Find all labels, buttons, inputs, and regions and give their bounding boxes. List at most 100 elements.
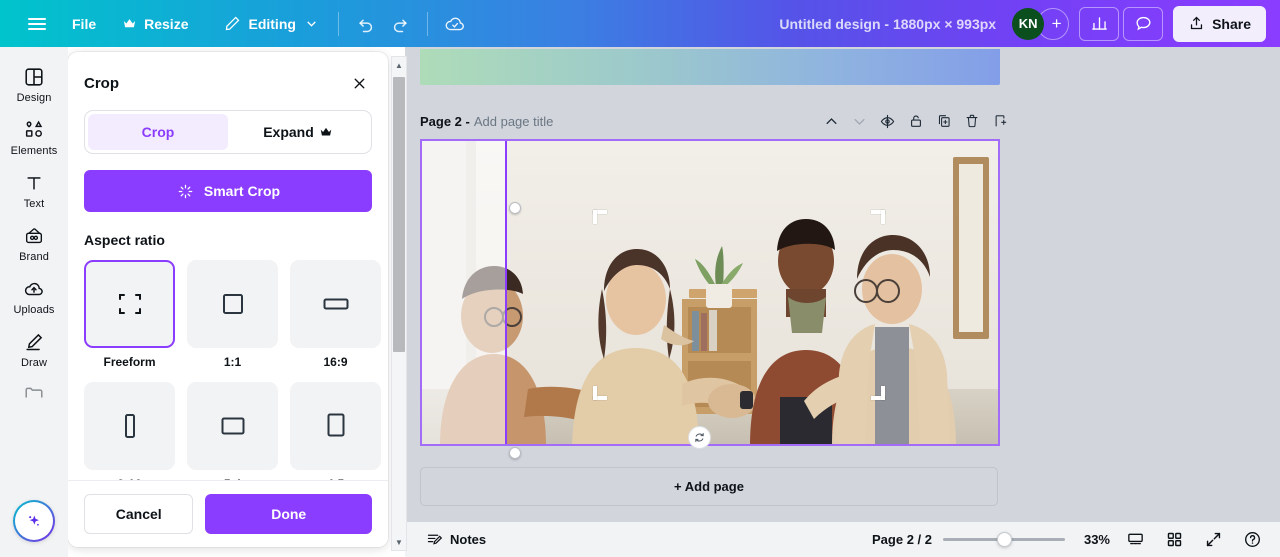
close-panel-button[interactable] — [346, 70, 372, 96]
crop-handle-bottom-left[interactable] — [593, 386, 607, 400]
page-1-thumbnail[interactable] — [420, 49, 1000, 85]
share-button[interactable]: Share — [1173, 5, 1266, 42]
smart-crop-button[interactable]: Smart Crop — [84, 170, 372, 212]
wide-rect-icon — [323, 298, 348, 310]
scroll-up-arrow-icon[interactable]: ▲ — [391, 57, 407, 73]
zoom-slider-knob[interactable] — [997, 532, 1012, 547]
insights-button[interactable] — [1079, 6, 1120, 41]
avatar[interactable]: KN — [1012, 7, 1045, 40]
sidebar-item-design[interactable]: Design — [2, 57, 66, 110]
add-page-icon — [995, 115, 1006, 127]
all-pages-button[interactable] — [1160, 526, 1188, 554]
undo-button[interactable] — [349, 7, 383, 41]
ratio-option-4-5[interactable]: 4:5 — [290, 382, 381, 480]
panel-scrollbar[interactable]: ▲ ▼ — [391, 56, 407, 551]
fullscreen-button[interactable] — [1199, 526, 1227, 554]
add-page-button[interactable]: + Add page — [420, 467, 998, 506]
ratio-option-16-9[interactable]: 16:9 — [290, 260, 381, 369]
aspect-ratio-grid: Freeform 1:1 16:9 — [84, 260, 381, 480]
duplicate-page-button[interactable] — [930, 108, 957, 135]
cancel-button[interactable]: Cancel — [84, 494, 194, 534]
sparkle-icon — [178, 184, 193, 198]
chevron-up-icon — [826, 117, 837, 124]
comments-button[interactable] — [1123, 6, 1164, 41]
ratio-label-1-1: 1:1 — [223, 355, 242, 369]
page-count-label[interactable]: Page 2 / 2 — [872, 532, 932, 547]
move-page-down-button[interactable] — [846, 108, 873, 135]
square-icon — [222, 294, 243, 314]
magic-sparkle-icon — [29, 515, 39, 526]
tab-crop[interactable]: Crop — [88, 114, 228, 150]
top-toolbar-right: Untitled design - 1880px × 993px KN + Sh… — [769, 5, 1280, 42]
sidebar-item-elements[interactable]: Elements — [2, 110, 66, 163]
sidebar-item-text[interactable]: Text — [2, 163, 66, 216]
file-menu-label: File — [72, 15, 97, 32]
sidebar-item-projects[interactable] — [2, 375, 66, 406]
toolbar-divider — [337, 11, 339, 36]
chevron-down-icon — [307, 21, 316, 27]
ratio-box-1-1 — [187, 260, 278, 348]
bottom-toolbar: Notes Page 2 / 2 33% — [405, 522, 1280, 557]
insert-page-button[interactable] — [986, 108, 1013, 135]
crop-handle-bottom-right[interactable] — [871, 386, 885, 400]
resize-button[interactable]: Resize — [112, 8, 198, 40]
resize-handle-bottom-left[interactable] — [509, 447, 521, 459]
delete-page-button[interactable] — [958, 108, 985, 135]
tall-narrow-rect-icon — [124, 414, 135, 438]
scrollbar-track[interactable] — [391, 73, 407, 534]
hide-page-button[interactable] — [874, 108, 901, 135]
collaborators: KN + — [1012, 7, 1070, 40]
page-title-input[interactable]: Add page title — [474, 114, 554, 129]
hamburger-icon — [28, 15, 46, 33]
sidebar-item-uploads[interactable]: Uploads — [2, 269, 66, 322]
sidebar-label-elements: Elements — [10, 145, 58, 157]
ratio-option-1-1[interactable]: 1:1 — [187, 260, 278, 369]
crop-handle-top-left[interactable] — [593, 210, 607, 224]
lock-page-button[interactable] — [902, 108, 929, 135]
notes-button[interactable]: Notes — [419, 526, 493, 553]
magic-studio-button[interactable] — [13, 500, 55, 542]
saved-status-button[interactable] — [438, 7, 472, 41]
expand-arrows-icon — [1206, 532, 1220, 547]
done-button[interactable]: Done — [205, 494, 372, 534]
rotate-icon — [695, 433, 704, 442]
sidebar-label-draw: Draw — [20, 357, 48, 369]
meeting-photo[interactable] — [420, 139, 1000, 446]
canvas-area[interactable]: Page 2 - Add page title — [405, 47, 1280, 522]
ratio-option-5-4[interactable]: 5:4 — [187, 382, 278, 480]
ratio-label-freeform: Freeform — [103, 355, 156, 369]
redo-button[interactable] — [383, 7, 417, 41]
comment-bubble-icon — [1136, 16, 1151, 31]
main-menu-button[interactable] — [20, 8, 54, 40]
sidebar-item-draw[interactable]: Draw — [2, 322, 66, 375]
zoom-level-label[interactable]: 33% — [1076, 532, 1110, 547]
page-view-button[interactable] — [1121, 526, 1149, 554]
resize-handle-top-left[interactable] — [509, 202, 521, 214]
sidebar-label-uploads: Uploads — [13, 304, 55, 316]
text-t-icon — [27, 177, 41, 190]
scrollbar-thumb[interactable] — [393, 77, 405, 352]
move-page-up-button[interactable] — [818, 108, 845, 135]
ratio-option-freeform[interactable]: Freeform — [84, 260, 175, 369]
tab-expand[interactable]: Expand — [228, 114, 368, 150]
sidebar-item-brand[interactable]: Brand — [2, 216, 66, 269]
rotate-button[interactable] — [688, 426, 711, 449]
crop-handle-top-right[interactable] — [871, 210, 885, 224]
chevron-down-icon — [854, 118, 865, 125]
notes-label: Notes — [450, 532, 487, 547]
help-button[interactable] — [1238, 526, 1266, 554]
crop-expand-tabs: Crop Expand — [84, 110, 372, 154]
crop-panel-body: Crop Crop Expand Smart Crop Aspect ratio… — [68, 52, 388, 480]
page-2-canvas[interactable] — [420, 139, 1000, 446]
editing-mode-button[interactable]: Editing — [214, 8, 327, 40]
smart-crop-label: Smart Crop — [203, 183, 281, 199]
upload-cloud-icon — [24, 282, 43, 296]
page-label: Page 2 - — [420, 113, 470, 129]
zoom-slider[interactable] — [943, 532, 1065, 548]
scroll-down-arrow-icon[interactable]: ▼ — [391, 534, 407, 550]
add-page-label: + Add page — [674, 479, 744, 494]
sidebar-label-brand: Brand — [19, 251, 49, 263]
ratio-option-9-16[interactable]: 9:16 — [84, 382, 175, 480]
file-menu-button[interactable]: File — [62, 8, 106, 40]
document-title[interactable]: Untitled design - 1880px × 993px — [769, 8, 1006, 40]
